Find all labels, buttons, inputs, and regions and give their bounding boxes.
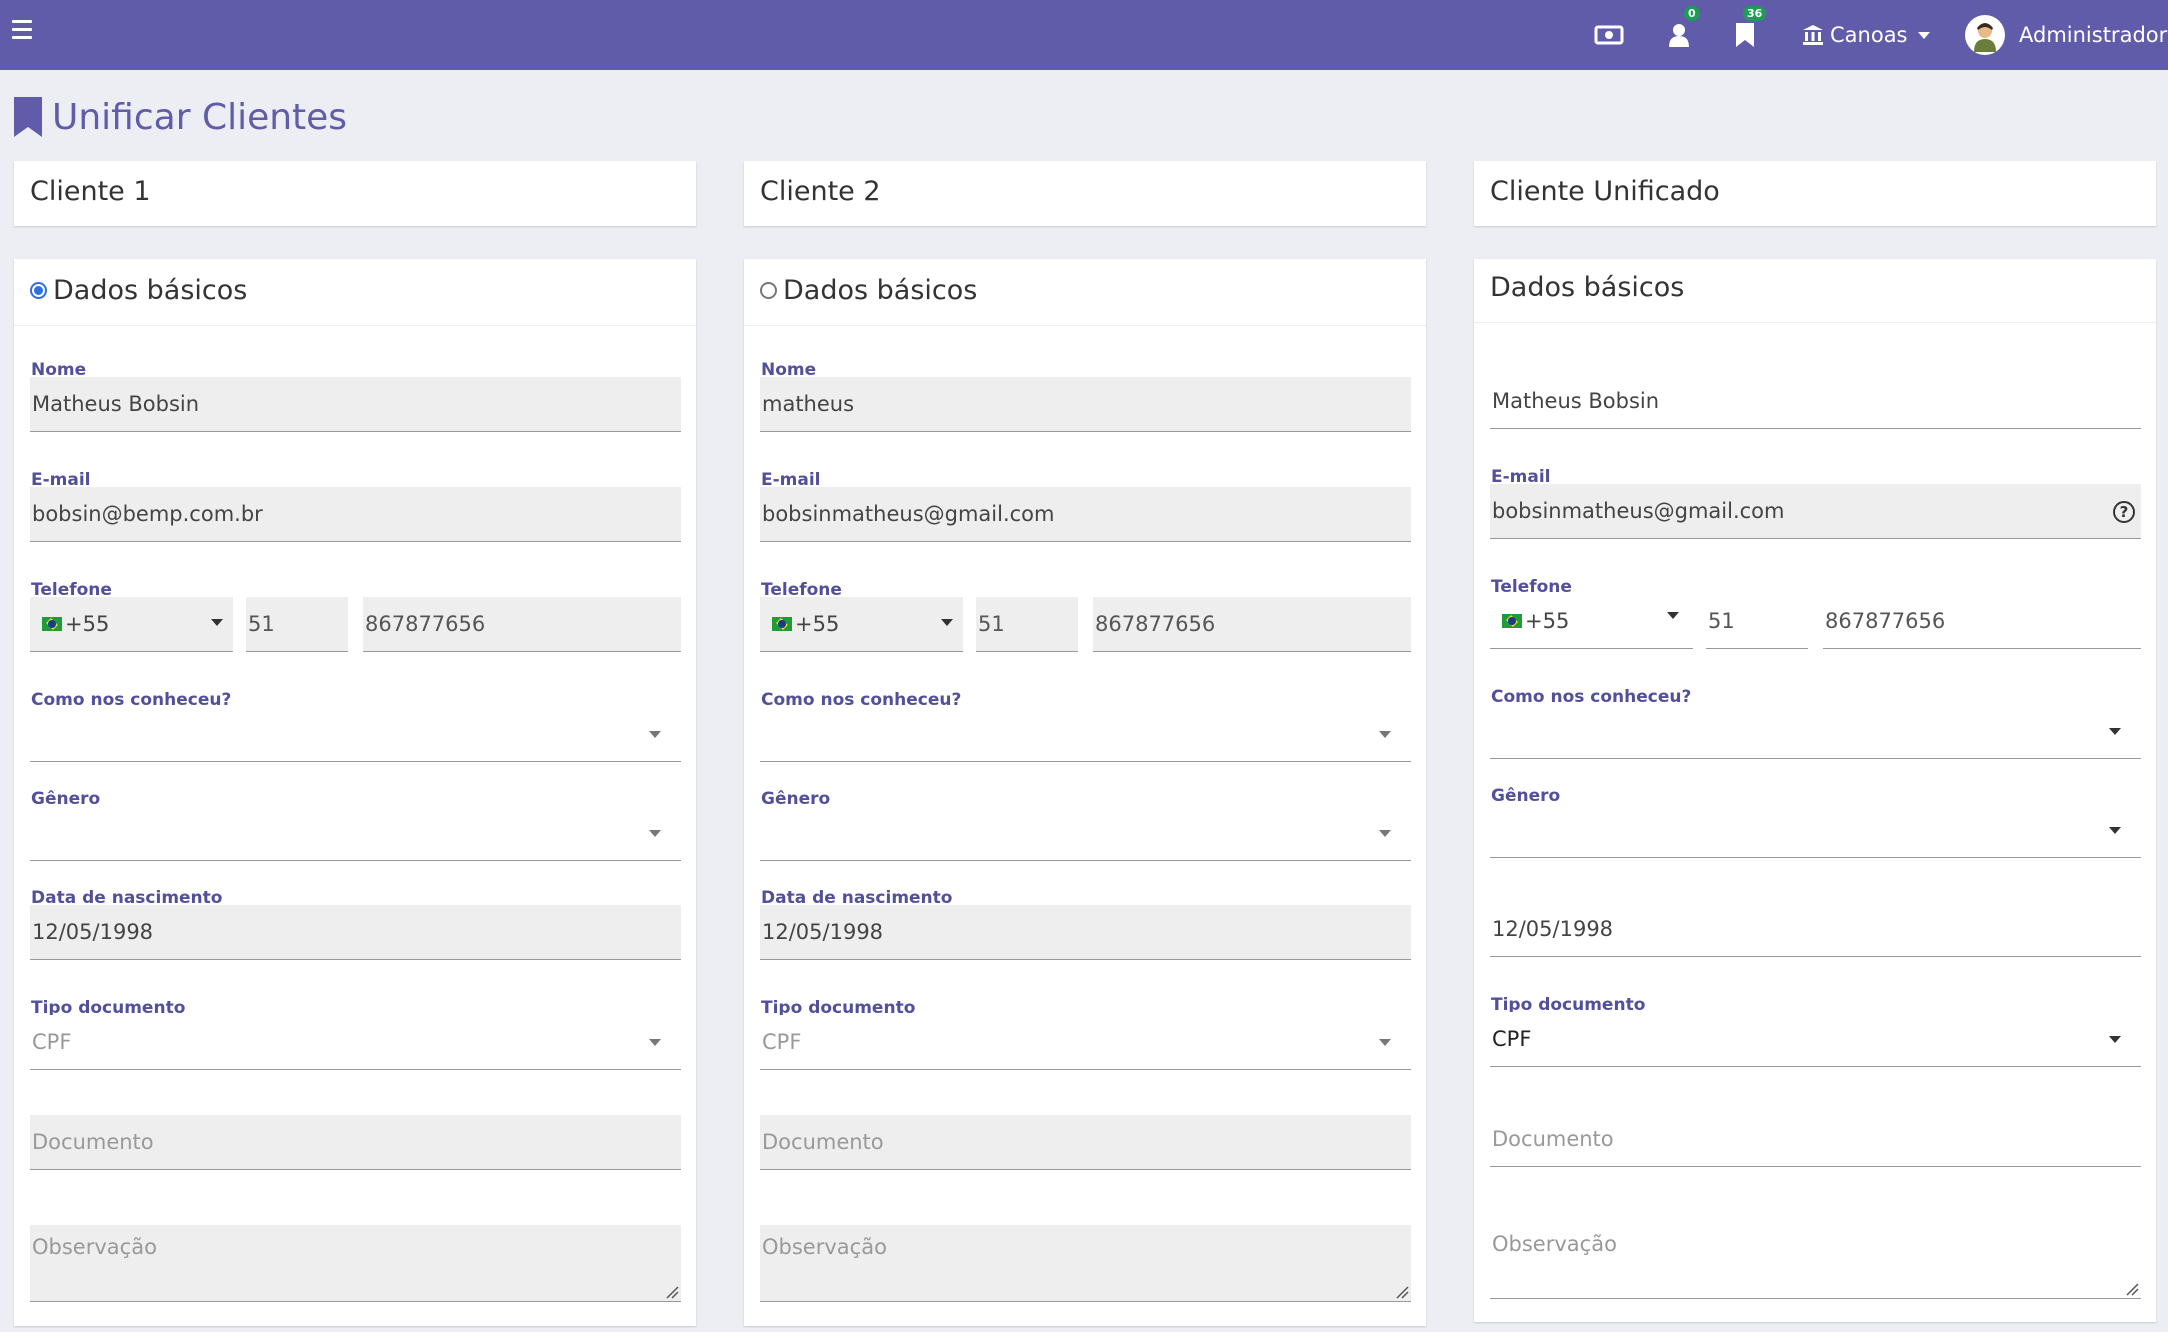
email-field[interactable]: bobsinmatheus@gmail.com ?: [1490, 484, 2141, 539]
user-menu[interactable]: Administrador: [1965, 0, 2167, 70]
chevron-down-icon: [1379, 830, 1391, 837]
chevron-down-icon: [649, 830, 661, 837]
brazil-flag-icon: [772, 617, 792, 631]
chevron-down-icon: [1667, 612, 1679, 619]
tipo-documento-value: CPF: [32, 1030, 72, 1054]
ddi-value: +55: [1525, 609, 1570, 633]
observacao-placeholder: Observação: [32, 1235, 157, 1259]
resize-handle-icon: [1396, 1286, 1409, 1299]
chevron-down-icon: [649, 731, 661, 738]
observacao-textarea[interactable]: Observação: [1490, 1222, 2141, 1299]
chevron-down-icon: [1379, 731, 1391, 738]
top-navbar: 0 36 Canoas Administrador: [0, 0, 2168, 70]
page-title-text: Unificar Clientes: [52, 96, 348, 138]
data-nascimento-field[interactable]: 12/05/1998: [1490, 902, 2141, 957]
documento-field[interactable]: Documento: [30, 1115, 681, 1170]
como-nos-conheceu-select[interactable]: [760, 707, 1411, 762]
ddd-field[interactable]: 51: [976, 597, 1078, 652]
section-title: Dados básicos: [783, 275, 978, 306]
chevron-down-icon: [2109, 827, 2121, 834]
chevron-down-icon: [2109, 728, 2121, 735]
nome-field[interactable]: matheus: [760, 377, 1411, 432]
cliente-2-form-card: Dados básicos Nome matheus E-mail bobsin…: [744, 259, 1426, 1326]
page-title: Unificar Clientes: [14, 92, 347, 142]
data-nascimento-field[interactable]: 12/05/1998: [760, 905, 1411, 960]
nome-field[interactable]: Matheus Bobsin: [1490, 374, 2141, 429]
genero-select[interactable]: [1490, 803, 2141, 858]
ddi-select[interactable]: +55: [1490, 594, 1693, 649]
chevron-down-icon: [941, 619, 953, 626]
cliente-1-section[interactable]: Dados básicos: [30, 275, 247, 306]
observacao-placeholder: Observação: [762, 1235, 887, 1259]
store-label: Canoas: [1830, 23, 1908, 47]
avatar: [1965, 15, 2005, 55]
tipo-documento-select[interactable]: CPF: [1490, 1012, 2141, 1067]
observacao-textarea[interactable]: Observação: [760, 1225, 1411, 1302]
cliente-1-header: Cliente 1: [30, 176, 151, 207]
brazil-flag-icon: [42, 617, 62, 631]
cliente-unificado-header: Cliente Unificado: [1490, 176, 1720, 207]
section-divider: [14, 325, 696, 326]
cliente-2-section[interactable]: Dados básicos: [760, 275, 977, 306]
como-nos-conheceu-select[interactable]: [1490, 704, 2141, 759]
genero-select[interactable]: [760, 806, 1411, 861]
chevron-down-icon: [2109, 1036, 2121, 1043]
chevron-down-icon: [211, 619, 223, 626]
telefone-field[interactable]: 867877656: [363, 597, 681, 652]
telefone-field[interactable]: 867877656: [1823, 594, 2141, 649]
resize-handle-icon: [666, 1286, 679, 1299]
section-title: Dados básicos: [53, 275, 248, 306]
bookmarks-count-badge: 36: [1743, 6, 1767, 21]
data-nascimento-field[interactable]: 12/05/1998: [30, 905, 681, 960]
tipo-documento-select[interactable]: CPF: [760, 1015, 1411, 1070]
cliente-1-form-card: Dados básicos Nome Matheus Bobsin E-mail…: [14, 259, 696, 1326]
chevron-down-icon: [1917, 31, 1930, 39]
cliente-2-header-card: Cliente 2: [744, 161, 1426, 226]
cash-register-icon[interactable]: [1594, 0, 1624, 70]
resize-handle-icon: [2126, 1283, 2139, 1296]
section-title: Dados básicos: [1490, 272, 1685, 303]
users-icon[interactable]: 0: [1668, 0, 1700, 70]
cliente-1-header-card: Cliente 1: [14, 161, 696, 226]
email-field[interactable]: bobsin@bemp.com.br: [30, 487, 681, 542]
bank-icon: [1803, 25, 1823, 45]
ddi-value: +55: [65, 612, 110, 636]
section-divider: [1474, 322, 2156, 323]
bookmarks-icon[interactable]: 36: [1736, 0, 1767, 70]
documento-field[interactable]: Documento: [1490, 1112, 2141, 1167]
cliente-unificado-form-card: Dados básicos Matheus Bobsin E-mail bobs…: [1474, 259, 2156, 1322]
chevron-down-icon: [649, 1039, 661, 1046]
cliente-2-header: Cliente 2: [760, 176, 881, 207]
email-field[interactable]: bobsinmatheus@gmail.com: [760, 487, 1411, 542]
como-nos-conheceu-select[interactable]: [30, 707, 681, 762]
telefone-field[interactable]: 867877656: [1093, 597, 1411, 652]
ddd-field[interactable]: 51: [246, 597, 348, 652]
observacao-textarea[interactable]: Observação: [30, 1225, 681, 1302]
chevron-down-icon: [1379, 1039, 1391, 1046]
brazil-flag-icon: [1502, 614, 1522, 628]
hamburger-menu-icon[interactable]: [12, 20, 32, 42]
tipo-documento-value: CPF: [762, 1030, 802, 1054]
cliente-unificado-header-card: Cliente Unificado: [1474, 161, 2156, 226]
cliente-1-radio[interactable]: [30, 282, 47, 299]
tipo-documento-select[interactable]: CPF: [30, 1015, 681, 1070]
help-icon[interactable]: ?: [2113, 501, 2135, 523]
bookmark-icon: [14, 97, 42, 137]
nome-field[interactable]: Matheus Bobsin: [30, 377, 681, 432]
genero-select[interactable]: [30, 806, 681, 861]
documento-field[interactable]: Documento: [760, 1115, 1411, 1170]
ddi-value: +55: [795, 612, 840, 636]
ddd-field[interactable]: 51: [1706, 594, 1808, 649]
ddi-select[interactable]: +55: [760, 597, 963, 652]
store-selector[interactable]: Canoas: [1802, 0, 1930, 70]
ddi-select[interactable]: +55: [30, 597, 233, 652]
email-value: bobsinmatheus@gmail.com: [1492, 499, 1785, 523]
user-name: Administrador: [2019, 23, 2168, 47]
observacao-placeholder: Observação: [1492, 1232, 1617, 1256]
cliente-2-radio[interactable]: [760, 282, 777, 299]
users-count-badge: 0: [1684, 6, 1700, 21]
section-divider: [744, 325, 1426, 326]
tipo-documento-value: CPF: [1492, 1027, 1532, 1051]
cliente-unificado-section: Dados básicos: [1490, 272, 1684, 303]
